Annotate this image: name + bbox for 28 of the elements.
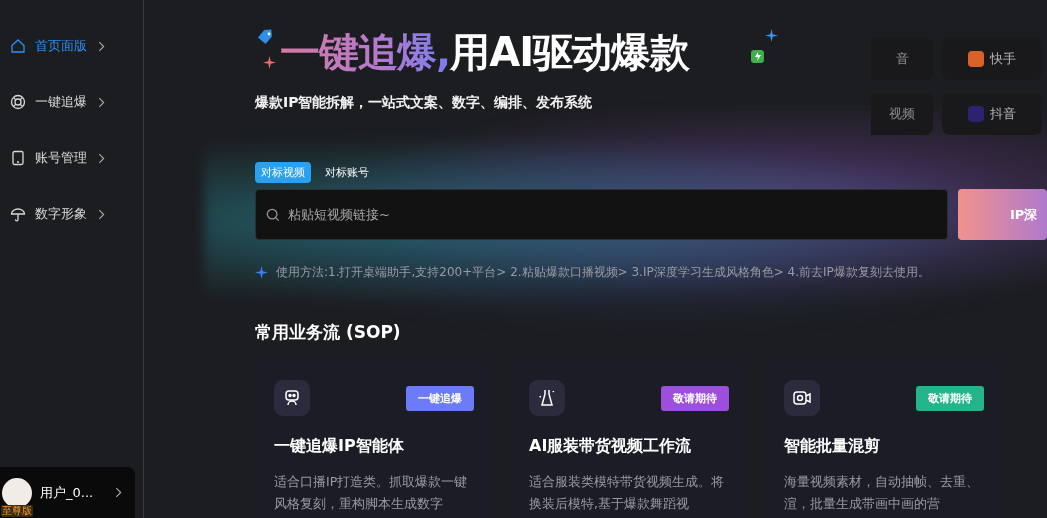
user-name: 用户_0...: [40, 483, 94, 502]
card-tag: 一键追爆: [406, 385, 474, 411]
card-title: AI服装带货视频工作流: [529, 436, 693, 457]
plan-badge: 至尊版: [1, 505, 33, 517]
section-title: 常用业务流 (SOP): [255, 321, 402, 344]
card-title: 一键追爆IP智能体: [274, 436, 405, 457]
search-tab[interactable]: 对标账号: [319, 162, 375, 183]
workflow-card[interactable]: 一键追爆 一键追爆IP智能体 适合口播IP打造类。抓取爆款一键风格复刻，重构脚本生成数字: [255, 360, 493, 518]
card-description: 适合口播IP打造类。抓取爆款一键风格复刻，重构脚本生成数字: [274, 473, 469, 513]
card-title: 智能批量混剪: [784, 436, 881, 457]
card-description: 海量视频素材，自动抽帧、去重、渲，批量生成带画中画的营: [784, 473, 980, 513]
card-tag: 敬请期待: [661, 385, 729, 411]
card-description: 适合服装类模特带货视频生成。将换装后模特,基于爆款舞蹈视: [529, 473, 725, 513]
platform-button[interactable]: 视频: [871, 93, 933, 135]
sidebar-item[interactable]: 首页面版: [0, 36, 143, 56]
usage-instructions: 使用方法:1.打开桌端助手,支持200+平台> 2.粘贴爆款口播视频> 3.IP深度学习生成风格角色> 4.前去IP爆款复刻去使用。: [276, 264, 930, 281]
card-tag: 敬请期待: [916, 385, 984, 411]
sidebar-item[interactable]: 数字形象: [0, 204, 143, 224]
sidebar-item[interactable]: 账号管理: [0, 148, 143, 168]
user-card[interactable]: 至尊版 用户_0...: [0, 467, 135, 518]
workflow-card[interactable]: 敬请期待 AI服装带货视频工作流 适合服装类模特带货视频生成。将换装后模特,基于爆款舞蹈视: [510, 360, 748, 518]
sidebar-item[interactable]: 一键追爆: [0, 92, 143, 112]
search-field[interactable]: 粘贴短视频链接~: [255, 189, 948, 240]
platform-button[interactable]: 抖音: [942, 93, 1042, 135]
platform-button[interactable]: 快手: [942, 38, 1042, 80]
hero-subtitle: 爆款IP智能拆解，一站式文案、数字、编排、发布系统: [255, 94, 594, 112]
workflow-card[interactable]: 敬请期待 智能批量混剪 海量视频素材，自动抽帧、去重、渲，批量生成带画中画的营: [765, 360, 1003, 518]
platform-button[interactable]: 音: [871, 38, 933, 80]
